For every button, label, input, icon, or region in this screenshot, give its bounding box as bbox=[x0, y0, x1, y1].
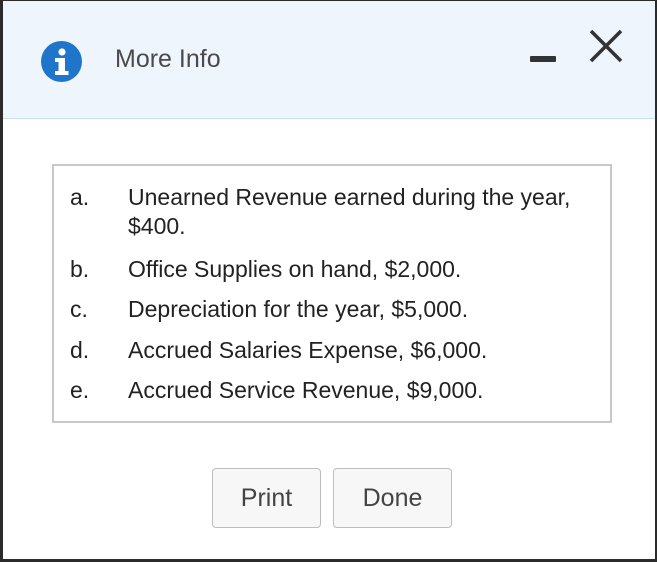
item-text: Accrued Salaries Expense, $6,000. bbox=[128, 337, 488, 363]
item-letter: c. bbox=[70, 296, 88, 322]
item-letter: b. bbox=[70, 256, 90, 282]
info-icon-glyph bbox=[55, 48, 69, 75]
minimize-icon[interactable] bbox=[530, 43, 556, 73]
item-text: Depreciation for the year, $5,000. bbox=[128, 296, 469, 322]
item-letter: d. bbox=[70, 337, 90, 363]
item-text: Accrued Service Revenue, $9,000. bbox=[128, 377, 484, 403]
info-list-box: a. Unearned Revenue earned during the ye… bbox=[52, 164, 612, 423]
item-letter: a. bbox=[70, 184, 90, 210]
dialog-title: More Info bbox=[115, 45, 221, 73]
item-letter: e. bbox=[70, 377, 90, 403]
item-text: Office Supplies on hand, $2,000. bbox=[128, 256, 462, 282]
more-info-dialog: More Info a. Unearned Revenue earned dur… bbox=[0, 0, 657, 562]
close-icon[interactable] bbox=[588, 28, 624, 64]
done-button[interactable]: Done bbox=[333, 468, 452, 528]
item-text: Unearned Revenue earned during the year,… bbox=[128, 184, 571, 239]
info-icon bbox=[41, 41, 82, 82]
dialog-header: More Info bbox=[3, 1, 655, 119]
print-button[interactable]: Print bbox=[212, 468, 321, 528]
